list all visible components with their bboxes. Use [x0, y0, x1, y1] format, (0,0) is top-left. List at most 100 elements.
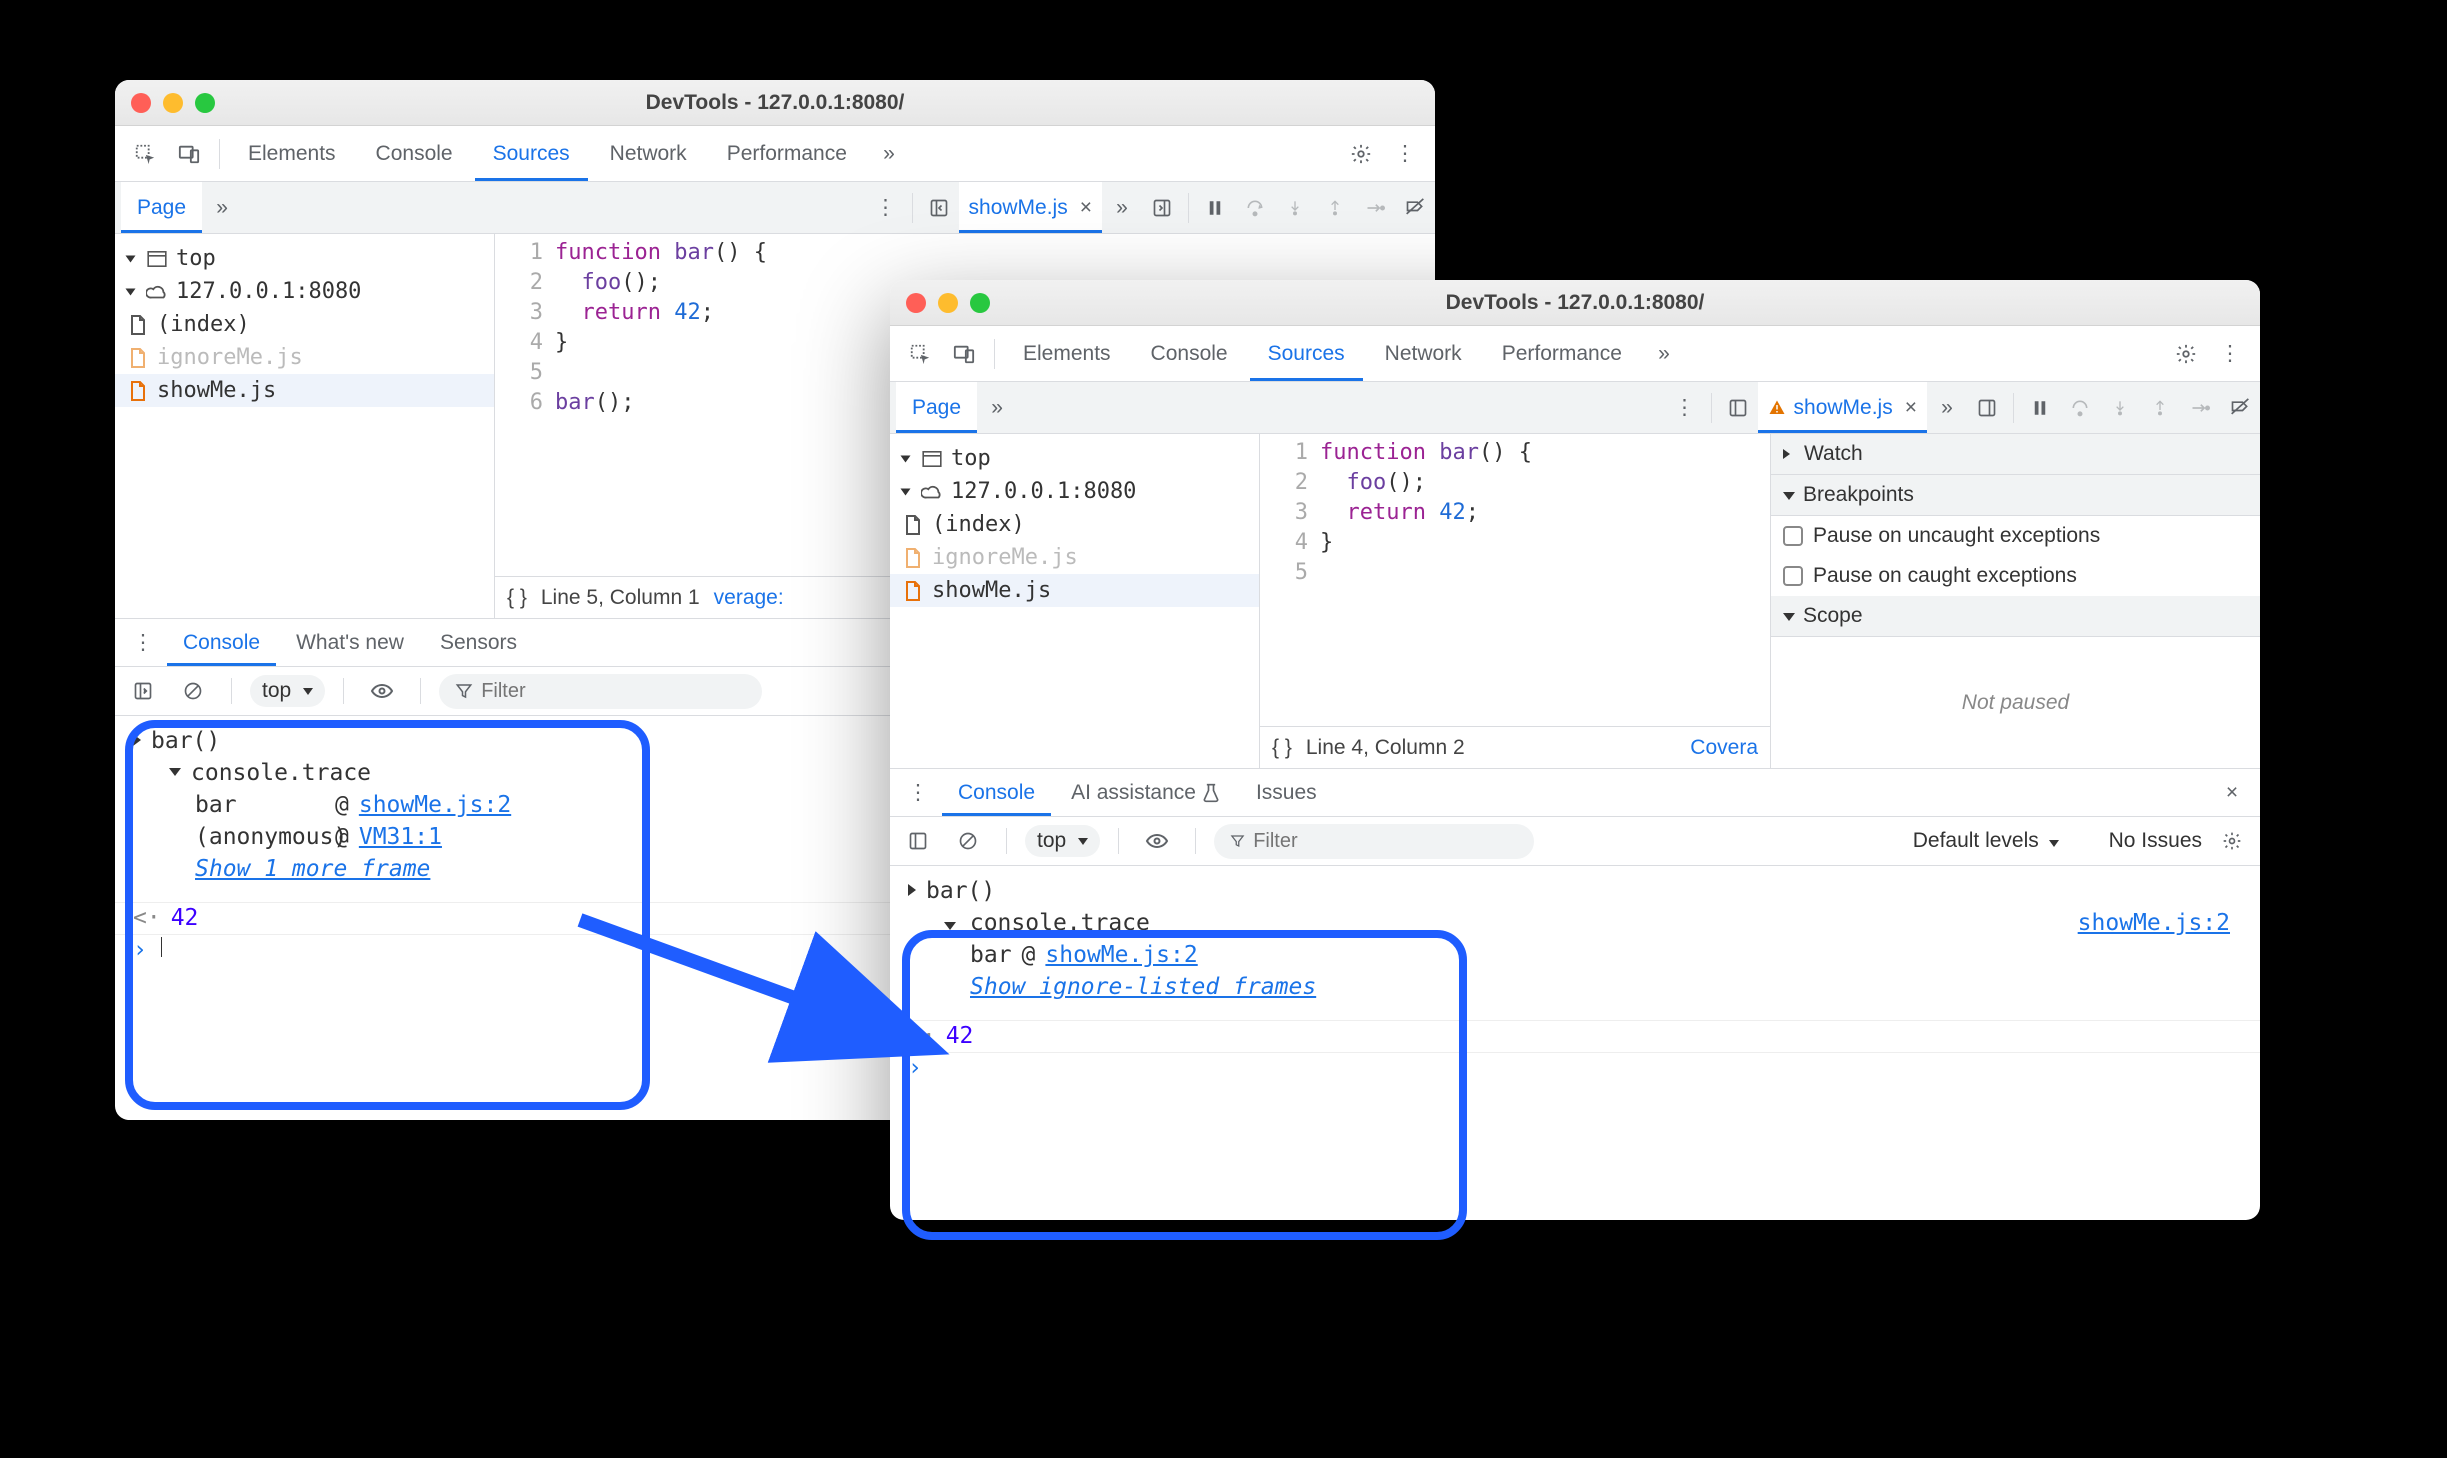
- file-tree[interactable]: top 127.0.0.1:8080 (index) ignoreMe.js s…: [890, 434, 1260, 768]
- tree-file-showme[interactable]: showMe.js: [890, 574, 1259, 607]
- drawer-tab-sensors[interactable]: Sensors: [424, 619, 533, 666]
- drawer-tab-console[interactable]: Console: [942, 769, 1051, 816]
- tree-top[interactable]: top: [890, 442, 1259, 475]
- pause-caught-row[interactable]: Pause on caught exceptions: [1771, 556, 2260, 596]
- sidebar-toggle-icon[interactable]: [123, 671, 163, 711]
- drawer-tab-whatsnew[interactable]: What's new: [280, 619, 420, 666]
- inspect-icon[interactable]: [900, 334, 940, 374]
- format-icon[interactable]: { }: [507, 586, 527, 610]
- device-icon[interactable]: [944, 334, 984, 374]
- show-navigator-icon[interactable]: [1718, 388, 1758, 428]
- expand-icon[interactable]: [133, 734, 141, 746]
- tree-host[interactable]: 127.0.0.1:8080: [115, 275, 494, 308]
- tree-file-ignoreme[interactable]: ignoreMe.js: [890, 541, 1259, 574]
- scope-header[interactable]: Scope: [1771, 596, 2260, 637]
- close-icon[interactable]: ×: [1905, 396, 1917, 420]
- gear-icon[interactable]: [1341, 134, 1381, 174]
- coverage-link[interactable]: verage:: [714, 586, 784, 610]
- more-files-icon[interactable]: »: [1102, 188, 1142, 228]
- sidebar-toggle-icon[interactable]: [898, 821, 938, 861]
- kebab-icon[interactable]: ⋮: [866, 188, 906, 228]
- watch-header[interactable]: Watch: [1771, 434, 2260, 475]
- checkbox[interactable]: [1783, 566, 1803, 586]
- gear-icon[interactable]: [2166, 334, 2206, 374]
- tab-sources[interactable]: Sources: [475, 126, 588, 181]
- tab-console[interactable]: Console: [358, 126, 471, 181]
- page-tab[interactable]: Page: [896, 382, 977, 433]
- prompt-cursor[interactable]: [161, 937, 162, 957]
- context-selector[interactable]: top: [250, 675, 325, 707]
- filter-input[interactable]: [1253, 830, 1518, 853]
- file-tab-showme[interactable]: showMe.js ×: [1758, 382, 1927, 433]
- tab-network[interactable]: Network: [592, 126, 705, 181]
- live-expr-icon[interactable]: [1137, 821, 1177, 861]
- file-tree[interactable]: top 127.0.0.1:8080 (index) ignoreMe.js s…: [115, 234, 495, 618]
- drawer-tab-ai[interactable]: AI assistance: [1055, 769, 1236, 816]
- deactivate-bp-icon[interactable]: [1395, 188, 1435, 228]
- context-selector[interactable]: top: [1025, 825, 1100, 857]
- source[interactable]: function bar() { foo(); return 42; }: [1320, 434, 1770, 726]
- collapse-icon[interactable]: [944, 922, 956, 930]
- format-icon[interactable]: { }: [1272, 736, 1292, 760]
- kebab-icon[interactable]: ⋮: [2210, 334, 2250, 374]
- tab-performance[interactable]: Performance: [1484, 326, 1640, 381]
- expand-icon[interactable]: [908, 884, 916, 896]
- frame-link[interactable]: showMe.js:2: [359, 792, 511, 818]
- pause-uncaught-row[interactable]: Pause on uncaught exceptions: [1771, 516, 2260, 556]
- tree-host[interactable]: 127.0.0.1:8080: [890, 475, 1259, 508]
- filter-input[interactable]: [481, 680, 746, 703]
- show-navigator-icon[interactable]: [919, 188, 959, 228]
- close-drawer-icon[interactable]: ×: [2212, 773, 2252, 813]
- breakpoints-header[interactable]: Breakpoints: [1771, 475, 2260, 516]
- show-more-frames-link[interactable]: Show 1 more frame: [195, 856, 430, 882]
- collapse-icon[interactable]: [169, 768, 181, 776]
- more-tabs-icon[interactable]: »: [869, 134, 909, 174]
- frame-link[interactable]: VM31:1: [359, 824, 442, 850]
- trace-source-link[interactable]: showMe.js:2: [2078, 910, 2230, 936]
- tab-console[interactable]: Console: [1133, 326, 1246, 381]
- page-tab[interactable]: Page: [121, 182, 202, 233]
- levels-selector[interactable]: Default levels: [1913, 829, 2059, 853]
- clear-console-icon[interactable]: [948, 821, 988, 861]
- frame-link[interactable]: showMe.js:2: [1045, 942, 1197, 968]
- more-tabs-icon[interactable]: »: [1644, 334, 1684, 374]
- tree-file-showme[interactable]: showMe.js: [115, 374, 494, 407]
- kebab-icon[interactable]: ⋮: [1665, 388, 1705, 428]
- close-icon[interactable]: ×: [1080, 196, 1092, 220]
- show-debugger-icon[interactable]: [1967, 388, 2007, 428]
- kebab-icon[interactable]: ⋮: [123, 623, 163, 663]
- show-ignored-frames-link[interactable]: Show ignore-listed frames: [970, 974, 1316, 1000]
- tree-file-ignoreme[interactable]: ignoreMe.js: [115, 341, 494, 374]
- tab-performance[interactable]: Performance: [709, 126, 865, 181]
- checkbox[interactable]: [1783, 526, 1803, 546]
- clear-console-icon[interactable]: [173, 671, 213, 711]
- console-output[interactable]: bar() console.trace showMe.js:2 bar @ sh…: [890, 866, 2260, 1220]
- tab-sources[interactable]: Sources: [1250, 326, 1363, 381]
- kebab-icon[interactable]: ⋮: [1385, 134, 1425, 174]
- drawer-tab-console[interactable]: Console: [167, 619, 276, 666]
- tree-file-index[interactable]: (index): [890, 508, 1259, 541]
- file-tab-showme[interactable]: showMe.js ×: [959, 182, 1102, 233]
- tab-network[interactable]: Network: [1367, 326, 1480, 381]
- issues-link[interactable]: No Issues: [2109, 829, 2202, 853]
- tree-file-index[interactable]: (index): [115, 308, 494, 341]
- device-icon[interactable]: [169, 134, 209, 174]
- live-expr-icon[interactable]: [362, 671, 402, 711]
- inspect-icon[interactable]: [125, 134, 165, 174]
- more-nav-icon[interactable]: »: [977, 388, 1017, 428]
- tree-top[interactable]: top: [115, 242, 494, 275]
- drawer-tab-issues[interactable]: Issues: [1240, 769, 1333, 816]
- deactivate-bp-icon[interactable]: [2220, 388, 2260, 428]
- more-nav-icon[interactable]: »: [202, 188, 242, 228]
- tab-elements[interactable]: Elements: [1005, 326, 1129, 381]
- more-files-icon[interactable]: »: [1927, 388, 1967, 428]
- kebab-icon[interactable]: ⋮: [898, 773, 938, 813]
- coverage-link[interactable]: Covera: [1690, 736, 1758, 760]
- filter-box[interactable]: [439, 674, 762, 709]
- filter-box[interactable]: [1214, 824, 1534, 859]
- tab-elements[interactable]: Elements: [230, 126, 354, 181]
- pause-icon[interactable]: [2020, 388, 2060, 428]
- pause-icon[interactable]: [1195, 188, 1235, 228]
- show-debugger-icon[interactable]: [1142, 188, 1182, 228]
- gear-icon[interactable]: [2212, 821, 2252, 861]
